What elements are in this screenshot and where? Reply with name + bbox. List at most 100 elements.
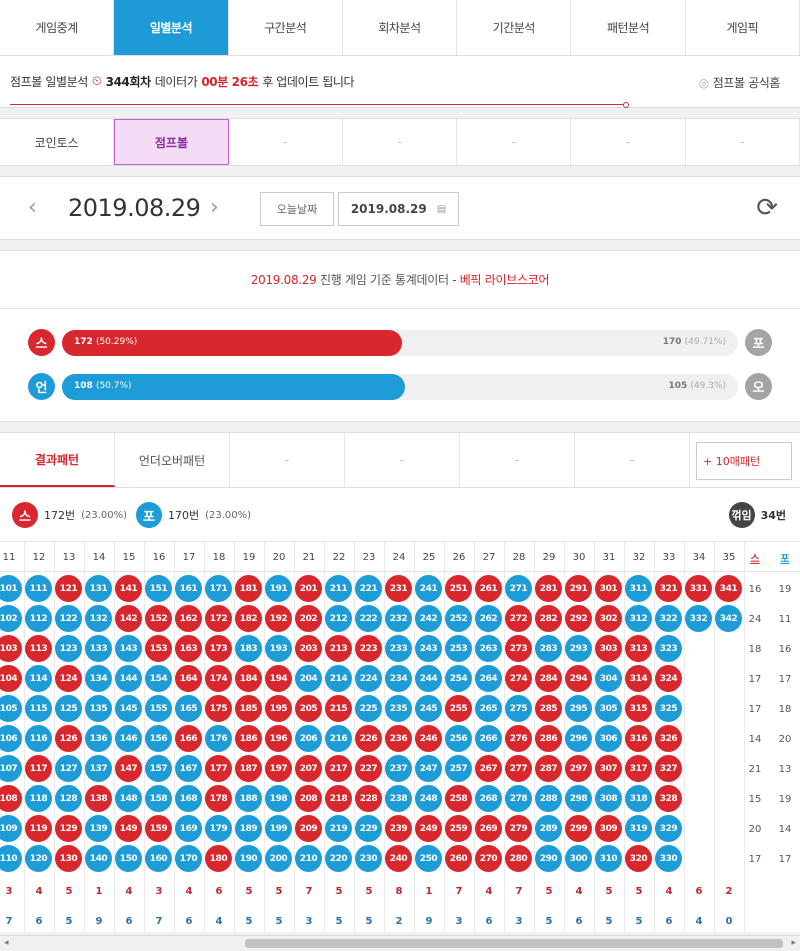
result-ball: 119 bbox=[25, 815, 52, 842]
result-ball: 210 bbox=[295, 845, 322, 872]
column-count: 5 bbox=[635, 915, 643, 927]
result-ball: 128 bbox=[55, 785, 82, 812]
result-ball: 107 bbox=[0, 755, 22, 782]
grid-col-header: 25 bbox=[422, 551, 436, 563]
today-button[interactable]: 오늘날짜 bbox=[260, 192, 334, 226]
round-number: 344회차 bbox=[105, 75, 152, 89]
column-count: 5 bbox=[365, 915, 373, 927]
nav-tab-3[interactable]: 회차분석 bbox=[343, 0, 458, 55]
legend-p-dot: 포 bbox=[136, 502, 162, 528]
result-ball: 258 bbox=[445, 785, 472, 812]
nav-tab-5[interactable]: 패턴분석 bbox=[571, 0, 686, 55]
result-ball: 136 bbox=[85, 725, 112, 752]
prev-date-icon[interactable]: ‹ bbox=[28, 195, 37, 220]
game-tab-5[interactable]: - bbox=[571, 119, 686, 165]
result-ball: 138 bbox=[85, 785, 112, 812]
stat-bar-fill: 108 (50.7%) bbox=[62, 374, 405, 400]
result-ball: 305 bbox=[595, 695, 622, 722]
grid-side-count: 19 bbox=[778, 583, 792, 595]
grid-side-count: 17 bbox=[778, 853, 792, 865]
result-ball: 265 bbox=[475, 695, 502, 722]
game-tab-1[interactable]: 점프볼 bbox=[114, 119, 229, 165]
game-tabs: 코인토스 점프볼 - - - - - bbox=[0, 118, 800, 166]
result-ball: 262 bbox=[475, 605, 502, 632]
pattern-tab-4[interactable]: - bbox=[460, 433, 575, 487]
result-ball: 139 bbox=[85, 815, 112, 842]
scroll-right-icon[interactable]: ▸ bbox=[791, 938, 796, 948]
result-ball: 332 bbox=[685, 605, 712, 632]
result-ball: 223 bbox=[355, 635, 382, 662]
nav-tab-1[interactable]: 일별분석 bbox=[114, 0, 229, 55]
game-tab-0[interactable]: 코인토스 bbox=[0, 119, 115, 165]
result-ball: 180 bbox=[205, 845, 232, 872]
scrollbar-thumb[interactable] bbox=[245, 939, 783, 948]
result-ball: 140 bbox=[85, 845, 112, 872]
result-ball: 243 bbox=[415, 635, 442, 662]
nav-tab-2[interactable]: 구간분석 bbox=[229, 0, 343, 55]
stats-header-date: 2019.08.29 bbox=[250, 272, 317, 287]
game-tab-6[interactable]: - bbox=[686, 119, 800, 165]
result-ball: 276 bbox=[505, 725, 532, 752]
official-home-link[interactable]: ◎ 점프볼 공식홈 bbox=[699, 74, 781, 91]
result-ball: 218 bbox=[325, 785, 352, 812]
date-picker-input[interactable]: 2019.08.29 ▤ bbox=[338, 192, 459, 226]
pattern-tab-2[interactable]: - bbox=[230, 433, 345, 487]
nav-tab-6[interactable]: 게임픽 bbox=[686, 0, 800, 55]
result-ball: 317 bbox=[625, 755, 652, 782]
result-ball: 264 bbox=[475, 665, 502, 692]
column-count: 3 bbox=[455, 915, 463, 927]
column-count: 6 bbox=[485, 915, 493, 927]
result-ball: 220 bbox=[325, 845, 352, 872]
column-count: 5 bbox=[65, 915, 73, 927]
result-ball: 271 bbox=[505, 575, 532, 602]
next-date-icon[interactable]: › bbox=[210, 195, 219, 220]
ten-pattern-button[interactable]: + 10매패턴 bbox=[696, 442, 792, 480]
result-ball: 134 bbox=[85, 665, 112, 692]
result-ball: 269 bbox=[475, 815, 502, 842]
nav-tab-4[interactable]: 기간분석 bbox=[457, 0, 572, 55]
legend-s-count: 172번 bbox=[44, 509, 76, 522]
grid-col-header: 19 bbox=[242, 551, 256, 563]
pattern-tab-1[interactable]: 언더오버패턴 bbox=[115, 433, 230, 487]
refresh-icon[interactable]: ⟳ bbox=[756, 193, 778, 223]
nav-tab-0[interactable]: 게임중계 bbox=[0, 0, 115, 55]
pattern-tab-3[interactable]: - bbox=[345, 433, 460, 487]
stats-header-source: 베픽 라이브스코어 bbox=[459, 273, 550, 287]
result-ball: 166 bbox=[175, 725, 202, 752]
scroll-left-icon[interactable]: ◂ bbox=[4, 938, 9, 948]
result-ball: 316 bbox=[625, 725, 652, 752]
game-tab-2[interactable]: - bbox=[229, 119, 343, 165]
result-ball: 267 bbox=[475, 755, 502, 782]
result-ball: 259 bbox=[445, 815, 472, 842]
result-ball: 222 bbox=[355, 605, 382, 632]
result-ball: 133 bbox=[85, 635, 112, 662]
horizontal-scrollbar[interactable]: ◂ ▸ bbox=[0, 935, 800, 951]
game-tab-3[interactable]: - bbox=[343, 119, 458, 165]
column-count: 9 bbox=[95, 915, 103, 927]
grid-col-header: 20 bbox=[272, 551, 286, 563]
pattern-tab-5[interactable]: - bbox=[575, 433, 690, 487]
column-count: 9 bbox=[425, 915, 433, 927]
result-ball: 195 bbox=[265, 695, 292, 722]
date-bar: ‹ 2019.08.29 › 오늘날짜 2019.08.29 ▤ ⟳ bbox=[0, 176, 800, 240]
result-ball: 286 bbox=[535, 725, 562, 752]
game-tab-4[interactable]: - bbox=[457, 119, 572, 165]
result-ball: 236 bbox=[385, 725, 412, 752]
result-ball: 254 bbox=[445, 665, 472, 692]
column-count: 3 bbox=[155, 885, 163, 897]
legend-s: 스 172번 (23.00%) bbox=[12, 502, 127, 528]
result-ball: 300 bbox=[565, 845, 592, 872]
column-count: 4 bbox=[125, 885, 133, 897]
column-count: 7 bbox=[515, 885, 523, 897]
grid-side-count: 21 bbox=[748, 763, 762, 775]
result-ball: 207 bbox=[295, 755, 322, 782]
result-ball: 288 bbox=[535, 785, 562, 812]
result-ball: 113 bbox=[25, 635, 52, 662]
column-count: 2 bbox=[725, 885, 733, 897]
result-ball: 212 bbox=[325, 605, 352, 632]
pattern-tab-0[interactable]: 결과패턴 bbox=[0, 433, 115, 487]
legend-s-dot: 스 bbox=[12, 502, 38, 528]
result-ball: 219 bbox=[325, 815, 352, 842]
result-ball: 323 bbox=[655, 635, 682, 662]
stat-left-badge: 언 bbox=[28, 373, 55, 400]
